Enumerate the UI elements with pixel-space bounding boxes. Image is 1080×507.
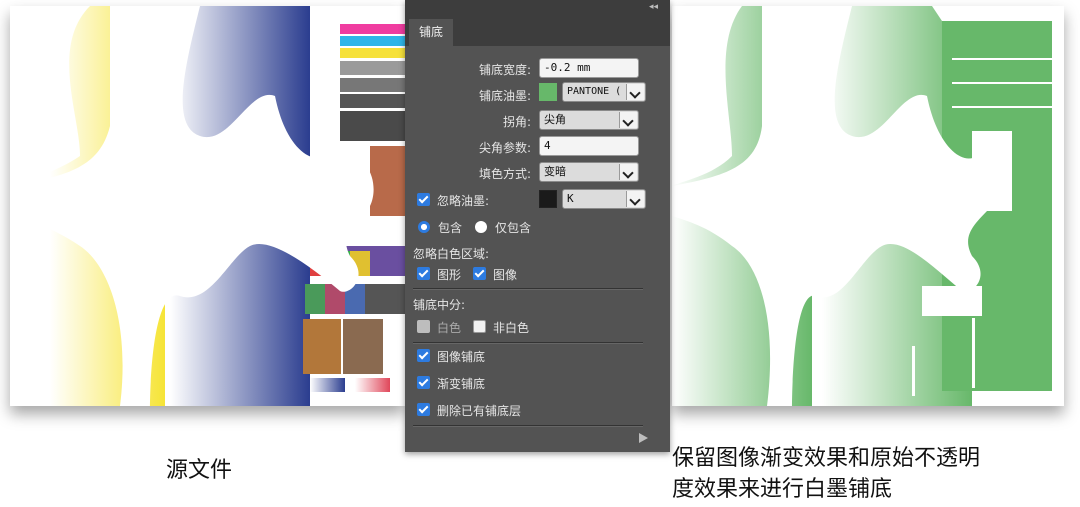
white-checkbox[interactable]: [417, 320, 430, 333]
ink-select-value: PANTONE (: [567, 86, 622, 97]
result-artwork: [672, 6, 1064, 406]
gradient-underlay-checkbox[interactable]: [417, 376, 430, 389]
delete-existing-label: 删除已有铺底层: [437, 404, 522, 418]
nonwhite-checkbox[interactable]: [473, 320, 486, 333]
fill-mode-label: 填色方式:: [478, 167, 531, 181]
width-label: 铺底宽度:: [478, 63, 531, 77]
divider: [413, 425, 643, 427]
gradient-underlay-label: 渐变铺底: [437, 377, 486, 391]
white-label: 白色: [437, 321, 462, 335]
chevron-down-icon: [626, 191, 644, 207]
panel-title-bar[interactable]: ◂◂: [405, 0, 670, 17]
source-image: [10, 6, 405, 406]
caption-source: 源文件: [166, 458, 233, 483]
tab-underlay[interactable]: 铺底: [409, 19, 453, 46]
only-include-label: 仅包含: [495, 221, 532, 235]
ignore-ink-swatch[interactable]: [539, 190, 557, 208]
ignore-white-label: 忽略白色区域:: [413, 247, 490, 261]
ignore-ink-select[interactable]: K: [562, 189, 646, 209]
ignore-ink-value: K: [567, 192, 574, 205]
image-underlay-label: 图像铺底: [437, 350, 486, 364]
collapse-icon[interactable]: ◂◂: [649, 2, 658, 12]
panel-tab-row: 铺底: [405, 17, 670, 46]
graphic-checkbox[interactable]: [417, 267, 430, 280]
ink-swatch[interactable]: [539, 83, 557, 101]
width-input[interactable]: -0.2 mm: [539, 58, 639, 78]
source-artwork: [10, 6, 405, 406]
include-radio[interactable]: [418, 221, 430, 233]
graphic-label: 图形: [437, 268, 462, 282]
fill-mode-select[interactable]: 变暗: [539, 162, 639, 182]
underlay-panel: ◂◂ 铺底 铺底宽度: -0.2 mm 铺底油墨: PANTONE ( 拐角: …: [405, 0, 670, 452]
ink-select[interactable]: PANTONE (: [562, 82, 646, 102]
fill-mode-value: 变暗: [544, 165, 566, 178]
divider: [413, 288, 643, 290]
ignore-ink-label: 忽略油墨:: [437, 194, 490, 208]
result-image: [672, 6, 1064, 406]
chevron-down-icon: [619, 112, 637, 128]
ignore-ink-checkbox[interactable]: [417, 193, 430, 206]
ink-label: 铺底油墨:: [478, 89, 531, 103]
corner-label: 拐角:: [502, 115, 531, 129]
corner-select-value: 尖角: [544, 113, 566, 126]
miter-input[interactable]: 4: [539, 136, 639, 156]
image-checkbox[interactable]: [473, 267, 486, 280]
image-underlay-checkbox[interactable]: [417, 349, 430, 362]
chevron-down-icon: [626, 84, 644, 100]
chevron-down-icon: [619, 164, 637, 180]
nonwhite-label: 非白色: [493, 321, 530, 335]
only-include-radio[interactable]: [475, 221, 487, 233]
image-label: 图像: [493, 268, 518, 282]
include-label: 包含: [438, 221, 463, 235]
miter-label: 尖角参数:: [478, 141, 531, 155]
divider: [413, 342, 643, 344]
delete-existing-checkbox[interactable]: [417, 403, 430, 416]
middle-split-label: 铺底中分:: [413, 298, 466, 312]
caption-result-line1: 保留图像渐变效果和原始不透明: [672, 446, 981, 471]
corner-select[interactable]: 尖角: [539, 110, 639, 130]
caption-result-line2: 度效果来进行白墨铺底: [672, 477, 893, 502]
play-icon[interactable]: [639, 433, 648, 443]
